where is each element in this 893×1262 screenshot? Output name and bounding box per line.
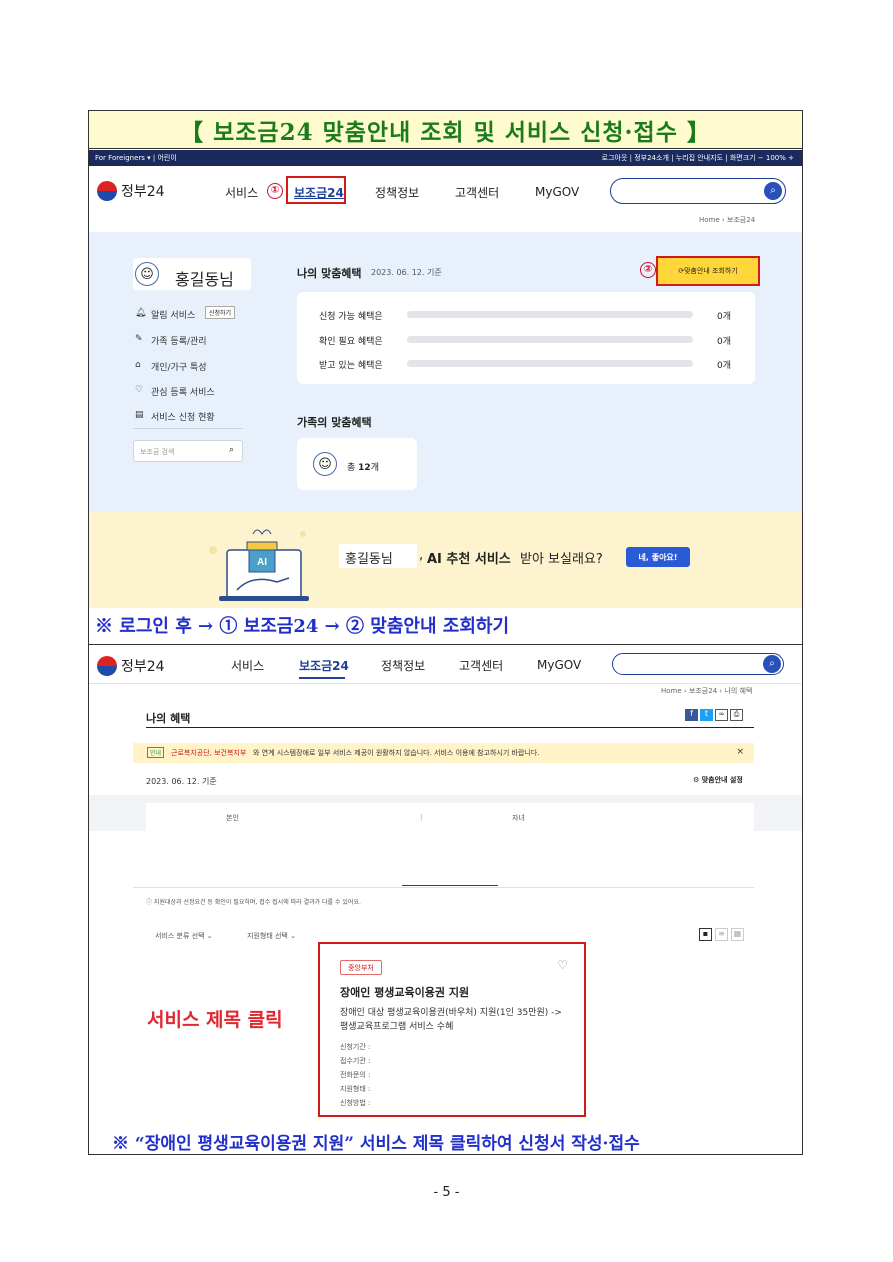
content-frame — [88, 110, 803, 1155]
page-number: - 5 - — [433, 1185, 460, 1200]
